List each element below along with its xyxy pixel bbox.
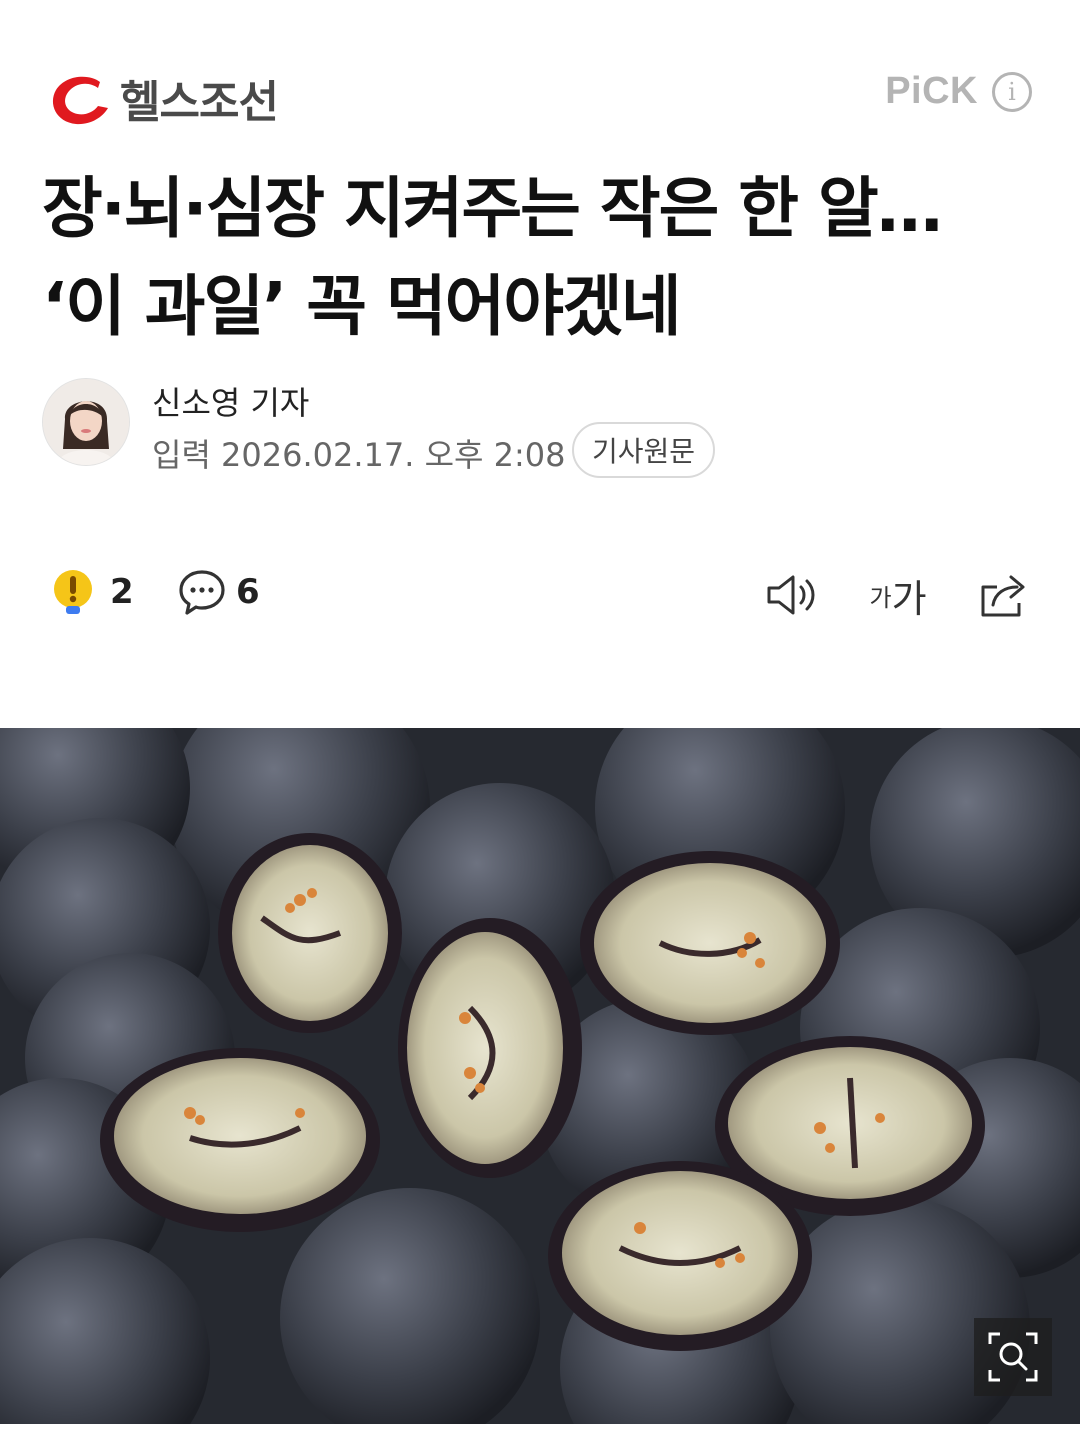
comment-count: 6	[236, 572, 260, 612]
zoom-image-button[interactable]	[974, 1318, 1052, 1396]
reporter-avatar[interactable]	[42, 378, 130, 466]
comment-icon	[179, 570, 225, 615]
info-icon[interactable]: i	[992, 71, 1032, 112]
font-size-button[interactable]: 가가	[869, 570, 927, 621]
exclamation-reaction-icon	[54, 570, 92, 614]
logo-mark-icon	[52, 76, 108, 125]
speaker-icon	[767, 575, 815, 615]
publish-date: 입력 2026.02.17. 오후 2:08	[152, 436, 566, 474]
article-photo[interactable]	[0, 728, 1080, 1424]
article-headline: 장·뇌·심장 지켜주는 작은 한 알… ‘이 과일’ 꼭 먹어야겠네	[42, 170, 943, 345]
health-chosun-logo[interactable]: 헬스조선	[46, 66, 279, 130]
pick-label: PiCK	[885, 70, 978, 112]
article-action-bar: 2 6 가가	[0, 560, 1080, 630]
reporter-name[interactable]: 신소영 기자	[152, 378, 309, 424]
reaction-count: 2	[110, 572, 134, 612]
text-to-speech-button[interactable]	[764, 570, 820, 620]
comment-button[interactable]: 6	[178, 568, 260, 616]
blueberries-image	[0, 728, 1080, 1424]
pick-badge[interactable]: PiCK i	[885, 70, 1032, 113]
share-button[interactable]	[976, 570, 1032, 620]
logo-text: 헬스조선	[120, 77, 279, 128]
reporter-photo	[43, 379, 129, 465]
font-size-small-label: 가	[869, 583, 892, 612]
reaction-button[interactable]: 2	[52, 568, 134, 616]
byline: 신소영 기자 입력 2026.02.17. 오후 2:08 기사원문	[42, 378, 1042, 478]
zoom-search-icon	[988, 1332, 1038, 1382]
share-icon	[981, 575, 1025, 617]
original-article-button[interactable]: 기사원문	[572, 422, 716, 478]
app-header: 헬스조선 PiCK i	[0, 0, 1080, 150]
font-size-large-label: 가	[891, 576, 927, 621]
article-tools: 가가	[714, 570, 1032, 621]
